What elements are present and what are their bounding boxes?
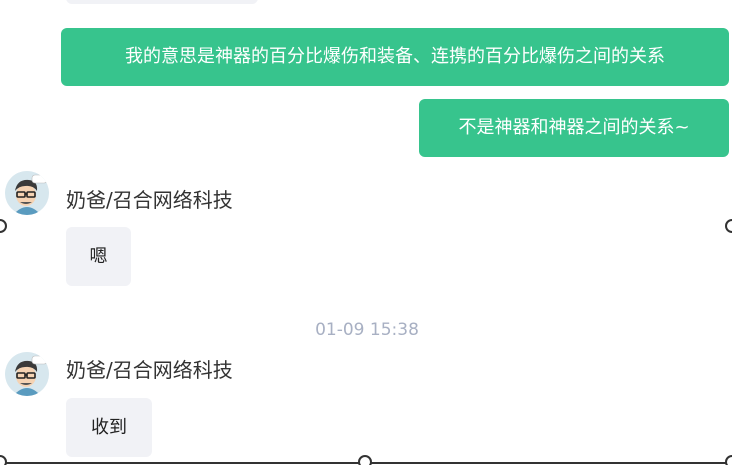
resize-handle[interactable] [725, 219, 732, 233]
sender-name: 奶爸/召合网络科技 [66, 358, 233, 382]
message-bubble-incoming-clipped [66, 0, 258, 4]
message-bubble-incoming[interactable]: 嗯 [66, 227, 131, 286]
cartoon-avatar-icon [5, 171, 49, 215]
resize-handle[interactable] [358, 455, 372, 465]
avatar[interactable] [5, 352, 49, 396]
message-bubble-outgoing[interactable]: 不是神器和神器之间的关系~ [419, 99, 729, 157]
cartoon-avatar-icon [5, 352, 49, 396]
avatar[interactable] [5, 171, 49, 215]
timestamp-text: 01-09 15:38 [315, 320, 419, 340]
resize-handle[interactable] [0, 455, 7, 465]
resize-handle[interactable] [0, 219, 7, 233]
chat-canvas: 我的意思是神器的百分比爆伤和装备、连携的百分比爆伤之间的关系 不是神器和神器之间… [0, 0, 732, 465]
resize-handle[interactable] [725, 455, 732, 465]
sender-name: 奶爸/召合网络科技 [66, 188, 233, 212]
timestamp: 01-09 15:38 [0, 319, 732, 341]
message-bubble-outgoing[interactable]: 我的意思是神器的百分比爆伤和装备、连携的百分比爆伤之间的关系 [61, 28, 729, 86]
message-bubble-incoming[interactable]: 收到 [66, 398, 152, 457]
